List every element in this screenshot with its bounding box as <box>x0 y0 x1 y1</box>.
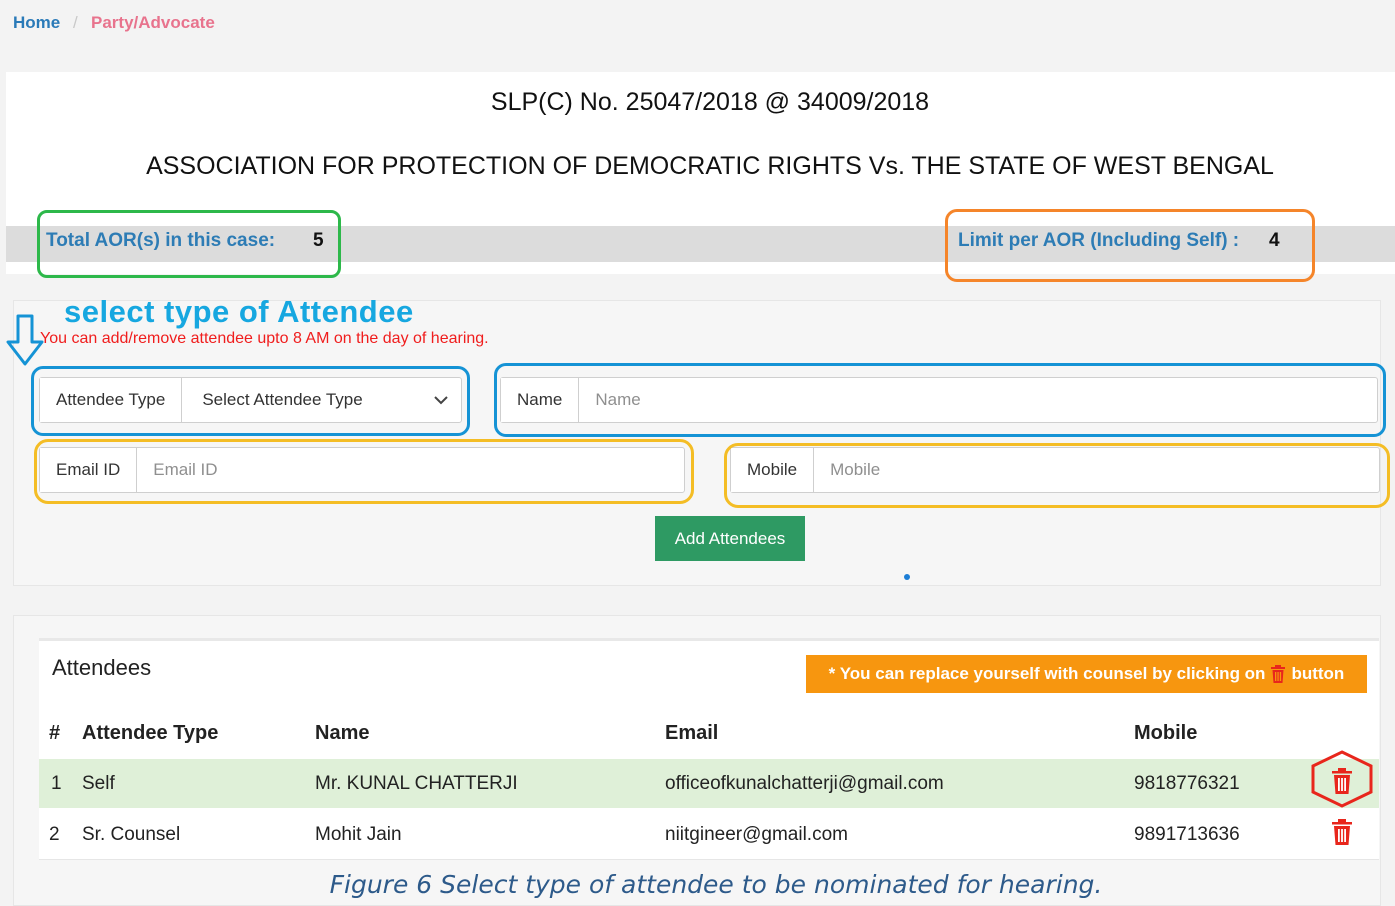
breadcrumb-separator: / <box>73 13 78 32</box>
case-number: SLP(C) No. 25047/2018 @ 34009/2018 <box>490 88 930 116</box>
col-header-email: Email <box>665 722 719 744</box>
row-type: Self <box>82 773 115 794</box>
case-title: ASSOCIATION FOR PROTECTION OF DEMOCRATIC… <box>146 152 1274 180</box>
replace-note-prefix: * You can replace yourself with counsel … <box>828 664 1266 683</box>
col-header-num: # <box>49 722 61 744</box>
loading-dot <box>904 574 910 580</box>
add-attendees-button[interactable]: Add Attendees <box>655 516 805 561</box>
attendee-type-highlight <box>31 366 470 436</box>
replace-self-note: * You can replace yourself with counsel … <box>806 655 1367 693</box>
arrow-down-icon <box>6 314 44 366</box>
row-mobile: 9891713636 <box>1134 824 1240 845</box>
figure-caption: Figure 6 Select type of attendee to be n… <box>329 870 1103 899</box>
row-num: 1 <box>51 773 62 794</box>
trash-icon <box>1271 665 1286 683</box>
col-header-name: Name <box>315 722 370 744</box>
total-aor-highlight <box>37 210 341 278</box>
row-type: Sr. Counsel <box>82 824 181 845</box>
limit-highlight <box>945 209 1315 282</box>
row-name: Mr. KUNAL CHATTERJI <box>315 773 518 794</box>
col-header-mobile: Mobile <box>1134 722 1198 744</box>
row-name: Mohit Jain <box>315 824 402 845</box>
trash-icon[interactable] <box>1331 819 1353 845</box>
name-highlight <box>494 363 1386 437</box>
trash-icon[interactable] <box>1331 768 1353 794</box>
mobile-highlight <box>724 443 1390 508</box>
annotation-title: select type of Attendee <box>64 294 414 329</box>
breadcrumb-current: Party/Advocate <box>91 13 215 32</box>
replace-note-suffix: button <box>1291 664 1345 683</box>
edit-deadline-notice: You can add/remove attendee upto 8 AM on… <box>40 330 489 347</box>
row-num: 2 <box>49 824 60 845</box>
email-highlight <box>34 439 694 504</box>
row-email: officeofkunalchatterji@gmail.com <box>665 773 944 794</box>
attendees-title: Attendees <box>52 655 152 680</box>
row-email: niitgineer@gmail.com <box>665 824 848 845</box>
breadcrumb-home-link[interactable]: Home <box>13 13 60 33</box>
row-mobile: 9818776321 <box>1134 773 1240 794</box>
col-header-type: Attendee Type <box>82 722 219 744</box>
